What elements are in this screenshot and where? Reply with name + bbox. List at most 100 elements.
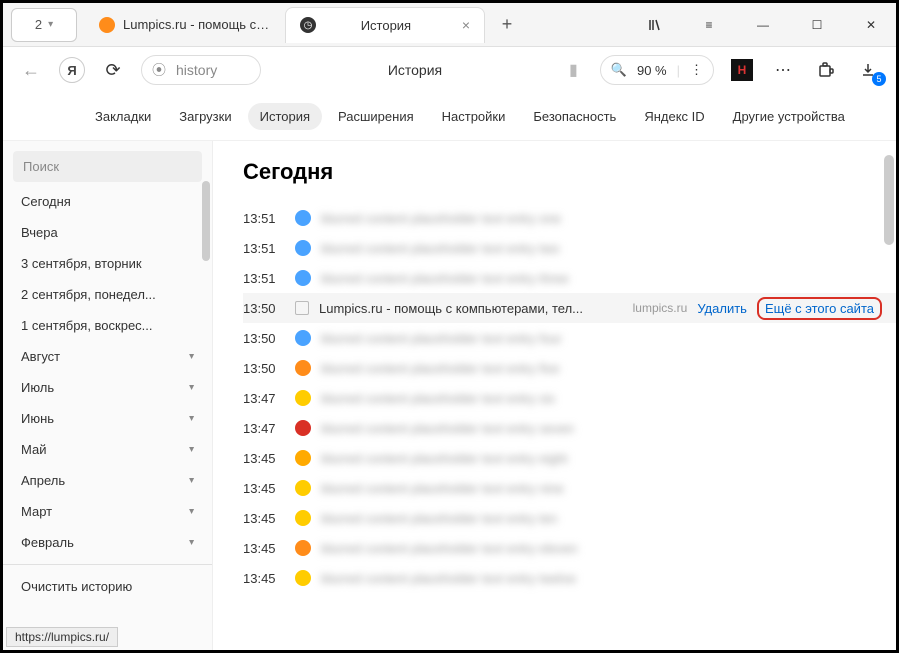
sidebar-item[interactable]: Август▸ (3, 341, 212, 372)
history-row[interactable]: 13:51blurred content placeholder text en… (243, 233, 896, 263)
yandex-logo-icon[interactable]: Я (59, 57, 85, 83)
sidebar-item[interactable]: 1 сентября, воскрес... (3, 310, 212, 341)
search-input[interactable]: Поиск (13, 151, 202, 182)
status-bar: https://lumpics.ru/ (6, 627, 118, 647)
row-time: 13:45 (243, 481, 285, 496)
menu-icon[interactable]: ≡ (692, 10, 726, 40)
row-time: 13:45 (243, 511, 285, 526)
tab-inactive[interactable]: Lumpics.ru - помощь с ком (85, 7, 285, 43)
zoom-control[interactable]: 🔍 90 % | ⋮ (600, 55, 714, 85)
more-from-site-link[interactable]: Ещё с этого сайта (757, 297, 882, 320)
more-icon[interactable]: ⋮ (690, 62, 703, 78)
reload-button[interactable]: ⟳ (99, 56, 127, 84)
chevron-right-icon: ▸ (186, 416, 197, 421)
history-row[interactable]: 13:50blurred content placeholder text en… (243, 323, 896, 353)
library-icon[interactable] (638, 10, 672, 40)
tab-group-button[interactable]: 2 ▾ (11, 8, 77, 42)
settings-nav: ЗакладкиЗагрузкиИсторияРасширенияНастрой… (3, 93, 896, 141)
row-title: blurred content placeholder text entry f… (321, 361, 882, 376)
favicon (295, 360, 311, 376)
sidebar-item[interactable]: Март▸ (3, 496, 212, 527)
favicon (295, 480, 311, 496)
row-title: blurred content placeholder text entry o… (321, 211, 882, 226)
nav-tab-безопасность[interactable]: Безопасность (521, 103, 628, 130)
tab-active[interactable]: ◷ История × (285, 7, 485, 43)
delete-link[interactable]: Удалить (697, 301, 747, 316)
sidebar-item[interactable]: Февраль▸ (3, 527, 212, 558)
extension-icon[interactable]: H (728, 56, 756, 84)
close-window-icon[interactable]: ✕ (854, 10, 888, 40)
row-time: 13:50 (243, 361, 285, 376)
bookmark-icon[interactable]: ▮ (569, 60, 578, 80)
row-title: blurred content placeholder text entry s… (321, 391, 882, 406)
back-button[interactable]: ← (17, 56, 45, 84)
checkbox[interactable] (295, 301, 309, 315)
history-row[interactable]: 13:47blurred content placeholder text en… (243, 413, 896, 443)
sidebar-item[interactable]: 2 сентября, понедел... (3, 279, 212, 310)
sidebar-item[interactable]: Июль▸ (3, 372, 212, 403)
history-row[interactable]: 13:47blurred content placeholder text en… (243, 383, 896, 413)
zoom-value: 90 % (637, 63, 667, 78)
extensions-icon[interactable] (812, 56, 840, 84)
row-title: blurred content placeholder text entry t… (321, 271, 882, 286)
tab-count: 2 (35, 17, 42, 32)
history-row[interactable]: 13:50Lumpics.ru - помощь с компьютерами,… (243, 293, 896, 323)
favicon (295, 450, 311, 466)
history-row[interactable]: 13:45blurred content placeholder text en… (243, 563, 896, 593)
history-row[interactable]: 13:51 blurred content placeholder text en… (243, 203, 896, 233)
sidebar-item[interactable]: 3 сентября, вторник (3, 248, 212, 279)
new-tab-button[interactable]: + (493, 11, 521, 39)
search-icon: 🔍 (611, 62, 627, 78)
sidebar-item[interactable]: Июнь▸ (3, 403, 212, 434)
scrollbar[interactable] (202, 181, 210, 261)
favicon (295, 330, 311, 346)
minimize-icon[interactable]: — (746, 10, 780, 40)
address-bar[interactable]: ⦿ history (141, 55, 261, 85)
chevron-right-icon: ▸ (186, 354, 197, 359)
history-row[interactable]: 13:45blurred content placeholder text en… (243, 473, 896, 503)
row-title: blurred content placeholder text entry e… (321, 451, 882, 466)
toolbar: ← Я ⟳ ⦿ history История ▮ 🔍 90 % | ⋮ H ⋯… (3, 47, 896, 93)
chevron-down-icon: ▾ (48, 19, 53, 30)
favicon (295, 540, 311, 556)
row-title: blurred content placeholder text entry t… (321, 241, 882, 256)
scrollbar[interactable] (884, 155, 894, 245)
downloads-button[interactable]: 5 (854, 56, 882, 84)
nav-tab-настройки[interactable]: Настройки (430, 103, 518, 130)
nav-tab-другие устройства[interactable]: Другие устройства (721, 103, 857, 130)
history-row[interactable]: 13:51blurred content placeholder text en… (243, 263, 896, 293)
history-main: Сегодня 13:51 blurred content placeholder… (213, 141, 896, 650)
date-list: СегодняВчера3 сентября, вторник2 сентябр… (3, 186, 212, 650)
nav-tab-расширения[interactable]: Расширения (326, 103, 426, 130)
clear-history-button[interactable]: Очистить историю (3, 571, 212, 602)
maximize-icon[interactable]: ☐ (800, 10, 834, 40)
sidebar: Поиск СегодняВчера3 сентября, вторник2 с… (3, 141, 213, 650)
favicon (295, 270, 311, 286)
tab-title: Lumpics.ru - помощь с ком (123, 17, 271, 32)
history-row[interactable]: 13:45blurred content placeholder text en… (243, 503, 896, 533)
nav-tab-закладки[interactable]: Закладки (83, 103, 163, 130)
section-heading: Сегодня (243, 159, 896, 185)
row-title: blurred content placeholder text entry t… (321, 571, 882, 586)
row-domain: lumpics.ru (633, 301, 688, 315)
nav-tab-история[interactable]: История (248, 103, 322, 130)
sidebar-item[interactable]: Апрель▸ (3, 465, 212, 496)
history-row[interactable]: 13:45blurred content placeholder text en… (243, 533, 896, 563)
overflow-menu-icon[interactable]: ⋯ (770, 56, 798, 84)
favicon (295, 240, 311, 256)
nav-tab-загрузки[interactable]: Загрузки (167, 103, 243, 130)
history-row[interactable]: 13:50 blurred content placeholder text en… (243, 353, 896, 383)
lock-icon: ⦿ (152, 60, 166, 80)
site-icon (99, 17, 115, 33)
sidebar-item[interactable]: Сегодня (3, 186, 212, 217)
sidebar-item[interactable]: Вчера (3, 217, 212, 248)
row-title: blurred content placeholder text entry f… (321, 331, 882, 346)
history-row[interactable]: 13:45blurred content placeholder text en… (243, 443, 896, 473)
nav-tab-яндекс id[interactable]: Яндекс ID (632, 103, 716, 130)
sidebar-item[interactable]: Май▸ (3, 434, 212, 465)
tab-title: История (324, 18, 448, 33)
row-time: 13:51 (243, 211, 285, 226)
chevron-right-icon: ▸ (186, 447, 197, 452)
close-icon[interactable]: × (462, 17, 470, 33)
chevron-right-icon: ▸ (186, 540, 197, 545)
